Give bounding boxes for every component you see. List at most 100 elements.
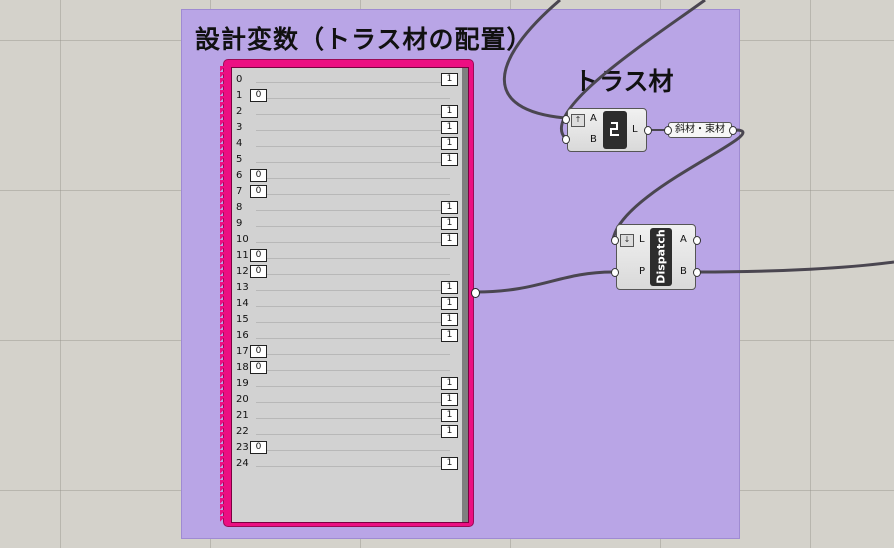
gene-index: 2 — [236, 106, 243, 117]
wire-top-to-list-a — [502, 0, 566, 120]
gene-value[interactable]: 1 — [441, 409, 458, 422]
gene-value[interactable]: 1 — [441, 105, 458, 118]
dispatch-output-a-port[interactable] — [693, 236, 701, 245]
gene-value[interactable]: 0 — [250, 345, 267, 358]
list-item-component[interactable]: ↑ A B L — [567, 108, 647, 152]
gene-row[interactable]: 51 — [232, 152, 460, 168]
gene-row[interactable]: 19 1 — [232, 376, 460, 392]
dispatch-component[interactable]: ↓ L P Dispatch A B — [616, 224, 696, 290]
gene-row[interactable]: 12 0 — [232, 264, 460, 280]
gene-row[interactable]: 13 1 — [232, 280, 460, 296]
grasshopper-canvas[interactable]: 設計変数（トラス材の配置） トラス材 011021314151607081911… — [0, 0, 894, 548]
gene-value[interactable]: 0 — [250, 265, 267, 278]
gene-row-track — [256, 402, 450, 403]
gene-value[interactable]: 1 — [441, 153, 458, 166]
gene-row[interactable]: 23 0 — [232, 440, 460, 456]
gene-value[interactable]: 1 — [441, 393, 458, 406]
gene-index: 18 — [236, 362, 249, 373]
dispatch-input-p-port[interactable] — [611, 268, 619, 277]
gene-value[interactable]: 0 — [250, 169, 267, 182]
gene-row-track — [256, 114, 450, 115]
gene-row-track — [256, 466, 450, 467]
dispatch-output-b-label: B — [680, 266, 687, 277]
gene-row-track — [256, 98, 450, 99]
gene-index: 6 — [236, 170, 243, 181]
gene-row-track — [256, 130, 450, 131]
gene-value[interactable]: 1 — [441, 137, 458, 150]
gene-value[interactable]: 1 — [441, 313, 458, 326]
gene-pool-list[interactable]: 0 1 1 0 2 1 3 1 4 1 5 1 6 0 7 0 8 1 9 1 10 1 11 0 12 0 13 1 14 1 15 1 16… — [231, 67, 469, 523]
dispatch-output-a-label: A — [680, 234, 687, 245]
gene-row[interactable]: 21 1 — [232, 408, 460, 424]
gene-value[interactable]: 1 — [441, 201, 458, 214]
list-item-output-l-port[interactable] — [644, 126, 652, 135]
gene-row-track — [256, 210, 450, 211]
gene-row-track — [256, 242, 450, 243]
gene-row[interactable]: 16 1 — [232, 328, 460, 344]
gene-index: 17 — [236, 346, 249, 357]
panel-output-port[interactable] — [729, 126, 737, 135]
gene-value[interactable]: 0 — [250, 249, 267, 262]
gene-index: 19 — [236, 378, 249, 389]
gene-row[interactable]: 70 — [232, 184, 460, 200]
gene-row[interactable]: 17 0 — [232, 344, 460, 360]
dispatch-output-b-port[interactable] — [693, 268, 701, 277]
gene-row[interactable]: 60 — [232, 168, 460, 184]
gene-row[interactable]: 11 0 — [232, 248, 460, 264]
gene-row[interactable]: 10 1 — [232, 232, 460, 248]
gene-value[interactable]: 1 — [441, 281, 458, 294]
gene-row[interactable]: 10 — [232, 88, 460, 104]
gene-row[interactable]: 24 1 — [232, 456, 460, 472]
gene-row[interactable]: 14 1 — [232, 296, 460, 312]
list-item-input-b-port[interactable] — [562, 135, 570, 144]
gene-index: 10 — [236, 234, 249, 245]
gene-pool-output-port[interactable] — [471, 288, 480, 298]
wire-dispatch-b-out — [697, 260, 894, 274]
gene-value[interactable]: 1 — [441, 121, 458, 134]
gene-pool-component[interactable]: 0 1 1 0 2 1 3 1 4 1 5 1 6 0 7 0 8 1 9 1 10 1 11 0 12 0 13 1 14 1 15 1 16… — [220, 59, 474, 527]
gene-value[interactable]: 0 — [250, 441, 267, 454]
gene-pool-scrollbar[interactable] — [462, 68, 468, 522]
gene-row[interactable]: 22 1 — [232, 424, 460, 440]
gene-row[interactable]: 18 0 — [232, 360, 460, 376]
gene-row[interactable]: 01 — [232, 72, 460, 88]
gene-row[interactable]: 41 — [232, 136, 460, 152]
gene-value[interactable]: 1 — [441, 233, 458, 246]
gene-value[interactable]: 1 — [441, 73, 458, 86]
gene-pool-edge — [220, 66, 226, 522]
dispatch-input-l-label: L — [639, 234, 645, 245]
gene-row-track — [256, 290, 450, 291]
dispatch-name-plate: Dispatch — [650, 228, 672, 286]
flatten-toggle-icon[interactable]: ↓ — [620, 234, 634, 247]
panel-truss-members[interactable]: 斜材・束材 — [668, 122, 732, 138]
gene-index: 22 — [236, 426, 249, 437]
gene-value[interactable]: 1 — [441, 329, 458, 342]
gene-value[interactable]: 0 — [250, 185, 267, 198]
gene-index: 12 — [236, 266, 249, 277]
gene-value[interactable]: 1 — [441, 217, 458, 230]
gene-row[interactable]: 91 — [232, 216, 460, 232]
gene-value[interactable]: 0 — [250, 89, 267, 102]
list-item-icon — [603, 111, 627, 149]
dispatch-input-l-port[interactable] — [611, 236, 619, 245]
gene-value[interactable]: 1 — [441, 297, 458, 310]
panel-input-port[interactable] — [664, 126, 672, 135]
gene-value[interactable]: 1 — [441, 457, 458, 470]
wrap-toggle-icon[interactable]: ↑ — [571, 114, 585, 127]
gene-value[interactable]: 1 — [441, 425, 458, 438]
gene-row-track — [256, 258, 450, 259]
gene-index: 3 — [236, 122, 243, 133]
gene-row[interactable]: 20 1 — [232, 392, 460, 408]
gene-value[interactable]: 1 — [441, 377, 458, 390]
list-item-input-a-label: A — [590, 113, 597, 124]
gene-row[interactable]: 81 — [232, 200, 460, 216]
gene-value[interactable]: 0 — [250, 361, 267, 374]
gene-row[interactable]: 21 — [232, 104, 460, 120]
gene-index: 14 — [236, 298, 249, 309]
gene-row[interactable]: 31 — [232, 120, 460, 136]
gene-row[interactable]: 15 1 — [232, 312, 460, 328]
gene-row-track — [256, 146, 450, 147]
gene-row-track — [256, 274, 450, 275]
gene-row-track — [256, 162, 450, 163]
list-item-input-a-port[interactable] — [562, 115, 570, 124]
